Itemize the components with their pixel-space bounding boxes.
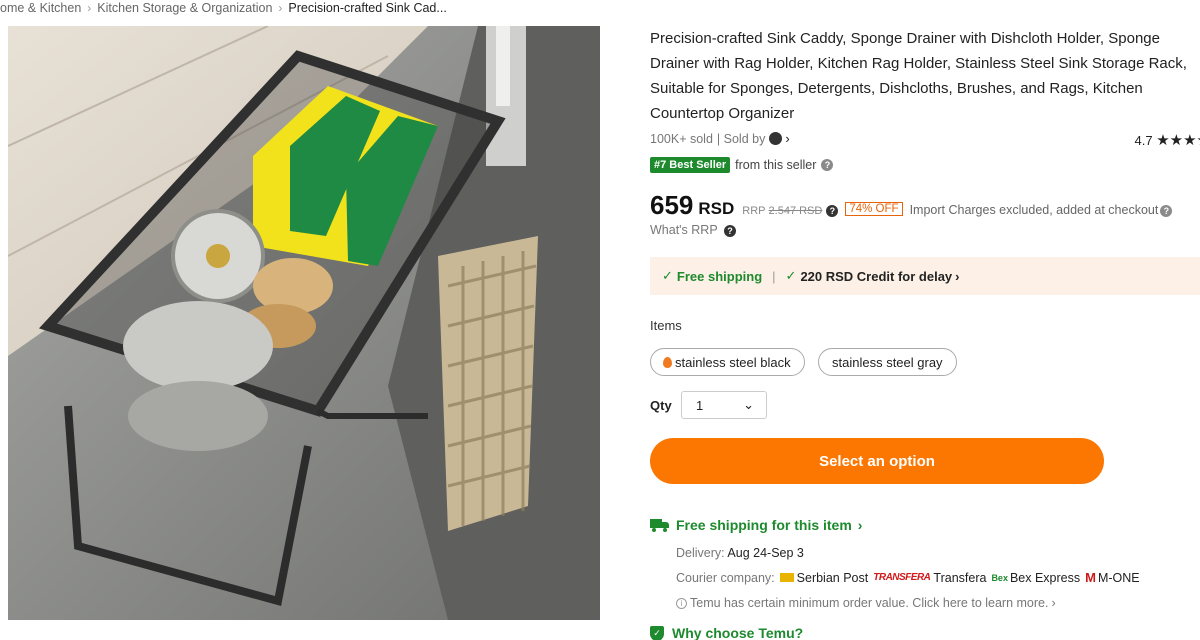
product-image[interactable] (8, 26, 600, 620)
shield-check-icon: ✓ (650, 625, 664, 640)
courier-serbian-post: Serbian Post (779, 571, 868, 585)
shipping-banner[interactable]: ✓ Free shipping | ✓ 220 RSD Credit for d… (650, 257, 1200, 295)
option-stainless-steel-black[interactable]: stainless steel black (650, 348, 805, 376)
whats-rrp-label: What's RRP (650, 223, 718, 237)
sold-count: 100K+ sold (650, 131, 713, 146)
m-one-logo-icon: M (1085, 570, 1096, 585)
courier-label: Courier company: (676, 570, 775, 585)
check-icon: ✓ (785, 268, 797, 283)
bex-logo-icon: Bex (991, 572, 1008, 583)
chevron-right-icon: › (1051, 596, 1056, 610)
min-order-link[interactable]: i Temu has certain minimum order value. … (676, 596, 1056, 610)
courier-row: Courier company: Serbian Post TRANSFERA … (676, 570, 1145, 585)
chevron-right-icon[interactable]: › (785, 131, 789, 146)
sales-seller-row: 100K+ sold | Sold by › (650, 131, 1200, 146)
delivery-label: Delivery: (676, 546, 725, 560)
rrp-label: RRP (742, 205, 766, 217)
help-icon[interactable]: ? (821, 159, 834, 171)
why-choose-label: Why choose Temu? (672, 625, 804, 640)
bestseller-row: #7 Best Seller from this seller ? (650, 157, 834, 173)
free-shipping-link[interactable]: Free shipping for this item › (650, 517, 862, 533)
why-choose-temu-link[interactable]: ✓ Why choose Temu? (650, 625, 803, 640)
breadcrumb-item-current: Precision-crafted Sink Cad... (288, 1, 447, 15)
sold-by-label: | Sold by (716, 131, 766, 146)
free-shipping-label: Free shipping (676, 268, 763, 284)
import-charges-note: Import Charges excluded, added at checko… (909, 203, 1159, 217)
help-icon[interactable]: ? (723, 224, 736, 237)
breadcrumb-item-kitchen-storage[interactable]: Kitchen Storage & Organization (97, 1, 272, 15)
delivery-estimate: Delivery: Aug 24-Sep 3 (676, 546, 804, 560)
quantity-select[interactable]: 1 ⌄ (681, 391, 767, 419)
product-info-panel: Precision-crafted Sink Caddy, Sponge Dra… (650, 0, 1200, 640)
flame-icon (663, 356, 672, 368)
min-order-text: Temu has certain minimum order value. Cl… (690, 596, 1049, 610)
courier-bex-express: Bex Bex Express (991, 570, 1081, 585)
option-stainless-steel-gray[interactable]: stainless steel gray (818, 348, 957, 376)
breadcrumb-separator: › (278, 1, 283, 15)
free-shipping-title: Free shipping for this item (676, 517, 852, 533)
courier-m-one: M M-ONE (1085, 570, 1140, 585)
price-row: 659 RSD RRP 2.547 RSD ? 74% OFF Import C… (650, 190, 1173, 221)
serbian-post-logo-icon (779, 573, 794, 582)
chevron-right-icon: › (955, 268, 960, 284)
chevron-right-icon: › (857, 517, 863, 533)
delivery-value: Aug 24-Sep 3 (727, 546, 804, 560)
divider: | (772, 268, 776, 284)
discount-badge: 74% OFF (845, 202, 903, 216)
whats-rrp-link[interactable]: What's RRP ? (650, 223, 736, 237)
delay-credit-label: 220 RSD Credit for delay (800, 268, 953, 284)
qty-label: Qty (650, 398, 672, 413)
breadcrumb-item-home-kitchen[interactable]: ome & Kitchen (0, 1, 81, 15)
option-label: stainless steel black (675, 354, 791, 370)
transfera-logo-icon: TRANSFERA (873, 572, 931, 583)
bestseller-badge[interactable]: #7 Best Seller (650, 157, 731, 173)
breadcrumb: ome & Kitchen › Kitchen Storage & Organi… (0, 0, 447, 16)
option-label: stainless steel gray (832, 354, 943, 370)
star-rating-icon: ★★★★ (1156, 132, 1200, 149)
help-icon[interactable]: ? (1160, 205, 1173, 217)
seller-avatar[interactable] (769, 132, 783, 145)
help-icon[interactable]: ? (826, 205, 839, 217)
check-icon: ✓ (662, 268, 673, 283)
chevron-down-icon: ⌄ (743, 397, 754, 412)
truck-icon (650, 518, 670, 532)
info-icon: i (676, 597, 687, 609)
price-currency: RSD (698, 199, 735, 218)
select-option-button[interactable]: Select an option (650, 438, 1104, 484)
price-amount: 659 (650, 190, 694, 220)
courier-transfera: TRANSFERA Transfera (873, 570, 987, 585)
rrp-value: 2.547 RSD (768, 205, 823, 217)
bestseller-suffix: from this seller (735, 158, 817, 172)
rating[interactable]: 4.7 ★★★★ (1135, 131, 1200, 149)
items-label: Items (650, 318, 682, 333)
quantity-value: 1 (696, 397, 704, 413)
product-title: Precision-crafted Sink Caddy, Sponge Dra… (650, 30, 1187, 122)
breadcrumb-separator: › (87, 1, 92, 15)
product-photo-illustration (8, 26, 600, 620)
rating-value: 4.7 (1134, 133, 1153, 148)
